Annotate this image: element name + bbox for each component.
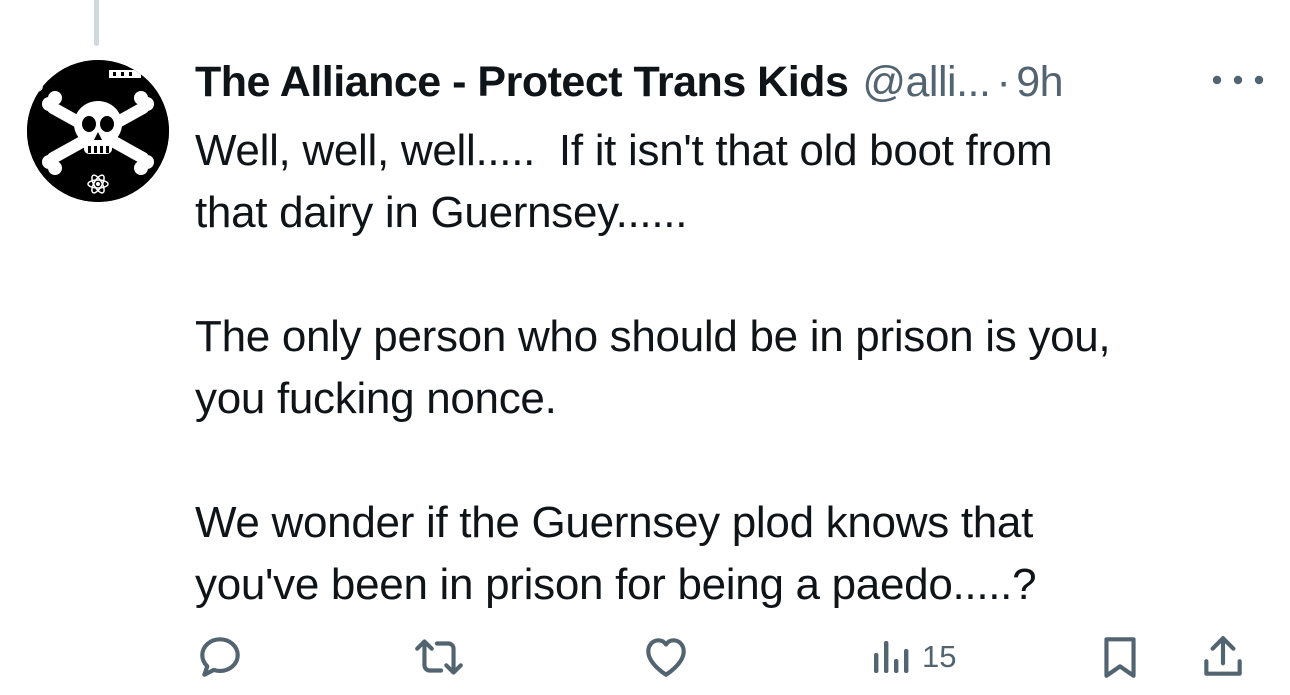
bookmark-icon xyxy=(1104,637,1136,678)
tweet-paragraph-1: Well, well, well..... If it isn't that o… xyxy=(195,120,1255,244)
heart-icon xyxy=(646,638,686,677)
tweet-action-bar: 15 xyxy=(190,625,1260,689)
separator-dot: · xyxy=(996,57,1011,106)
reply-icon xyxy=(200,637,240,677)
skull-crossbones-icon xyxy=(27,60,169,202)
tweet-line: Well, well, well..... If it isn't that o… xyxy=(195,126,1053,175)
like-button[interactable] xyxy=(640,625,692,689)
views-count: 15 xyxy=(922,639,957,674)
user-handle[interactable]: @alli... xyxy=(862,58,991,107)
share-icon xyxy=(1204,636,1242,676)
tweet-line: you fucking nonce. xyxy=(195,374,557,423)
repost-icon xyxy=(415,639,463,675)
more-horizontal-icon xyxy=(1212,75,1264,85)
timestamp[interactable]: 9h xyxy=(1016,58,1063,107)
reply-button[interactable] xyxy=(195,625,245,689)
thread-connector-line xyxy=(94,0,99,46)
tweet-line: you've been in prison for being a paedo.… xyxy=(195,560,1037,609)
bookmark-button[interactable] xyxy=(1098,625,1142,689)
tweet-paragraph-2: The only person who should be in prison … xyxy=(195,306,1255,430)
tweet-header: The Alliance - Protect Trans Kids @alli.… xyxy=(195,56,1064,108)
tweet-line: that dairy in Guernsey...... xyxy=(195,188,688,237)
tweet-line: We wonder if the Guernsey plod knows tha… xyxy=(195,498,1034,547)
more-options-button[interactable] xyxy=(1208,62,1268,98)
views-button[interactable]: 15 xyxy=(870,625,956,689)
tweet-line: The only person who should be in prison … xyxy=(195,312,1111,361)
views-icon xyxy=(874,641,909,673)
tweet-paragraph-3: We wonder if the Guernsey plod knows tha… xyxy=(195,492,1255,616)
tweet-text: Well, well, well..... If it isn't that o… xyxy=(195,120,1255,616)
display-name[interactable]: The Alliance - Protect Trans Kids xyxy=(195,58,849,107)
repost-button[interactable] xyxy=(412,625,466,689)
share-button[interactable] xyxy=(1200,625,1246,689)
avatar[interactable] xyxy=(27,60,169,202)
